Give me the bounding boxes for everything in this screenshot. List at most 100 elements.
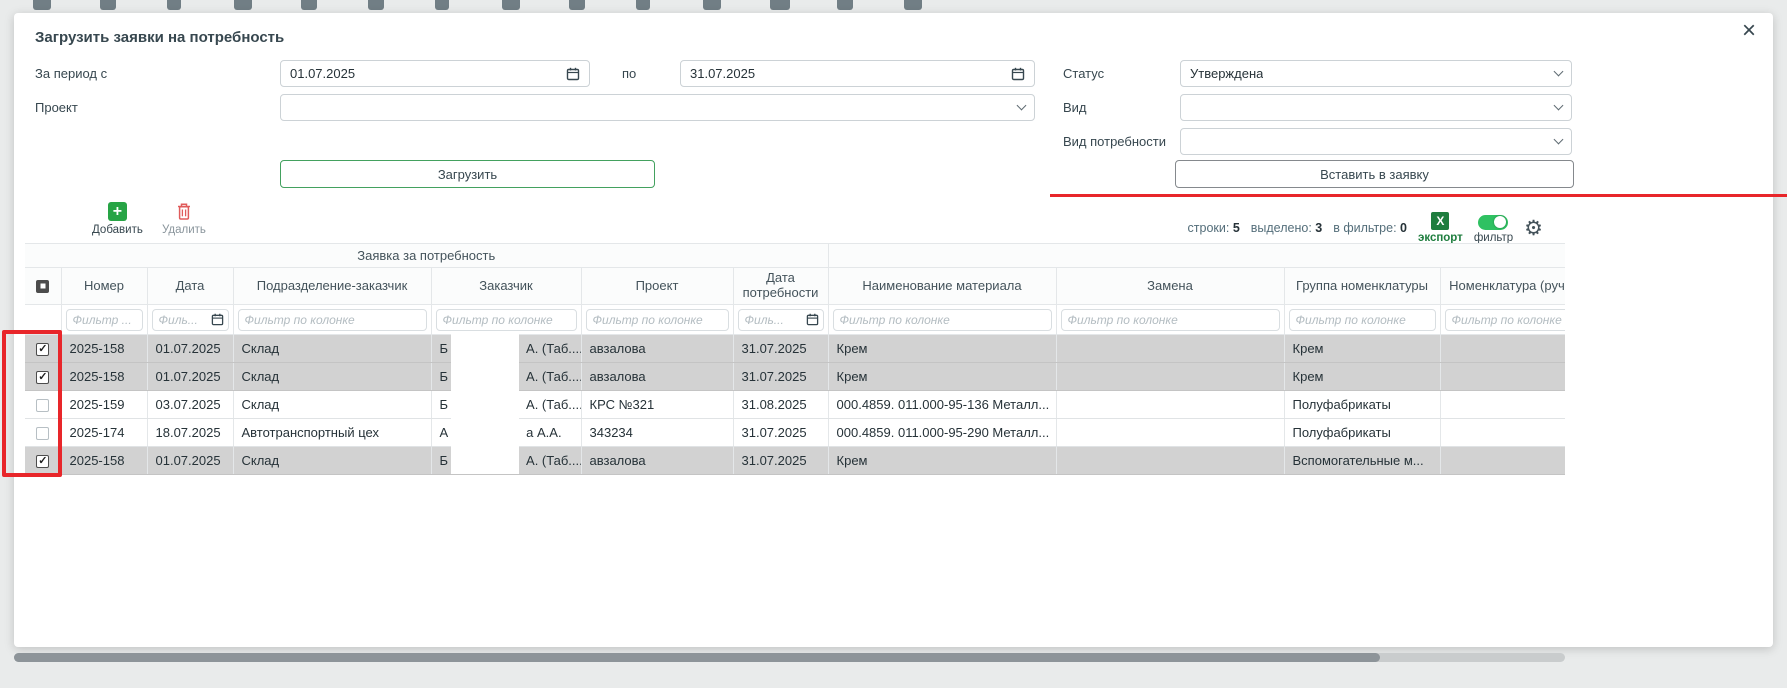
cell: Крем [1284, 335, 1440, 363]
delete-button[interactable]: Удалить [162, 202, 206, 236]
period-from-value: 01.07.2025 [290, 66, 355, 81]
filter-cell [581, 305, 733, 335]
rows-count-value: 5 [1233, 221, 1240, 235]
cell: Крем [828, 363, 1056, 391]
type-select[interactable] [1180, 94, 1572, 121]
status-select[interactable]: Утверждена [1180, 60, 1572, 87]
filter-cell [147, 305, 233, 335]
select-all-checkbox[interactable] [36, 280, 49, 293]
column-header-1[interactable]: Номер [61, 268, 147, 305]
column-header-7[interactable]: Наименование материала [828, 268, 1056, 305]
chevron-down-icon [1554, 67, 1564, 77]
column-header-10[interactable]: Номенклатура (руч ввод) [1440, 268, 1565, 305]
settings-gear-icon[interactable]: ⚙ [1524, 218, 1543, 239]
horizontal-scrollbar[interactable] [14, 653, 1565, 662]
cell: КРС №321 [581, 391, 733, 419]
filter-cell [828, 305, 1056, 335]
cell [1056, 391, 1284, 419]
cell: Автотранспортный цех [233, 419, 431, 447]
table-row[interactable]: 2025-15801.07.2025СкладБА. (Таб....авзал… [25, 363, 1565, 391]
cell: 31.07.2025 [733, 363, 828, 391]
filter-input-3[interactable] [238, 309, 427, 331]
filter-input-4[interactable] [436, 309, 577, 331]
status-label: Статус [1063, 60, 1104, 87]
group-header: Заявка за потребность [25, 244, 828, 268]
filter-cell [733, 305, 828, 335]
filter-input-5[interactable] [586, 309, 729, 331]
cell: Склад [233, 391, 431, 419]
close-icon[interactable]: × [1742, 19, 1756, 43]
filter-input-8[interactable] [1061, 309, 1280, 331]
redaction-overlay [451, 334, 519, 474]
cell: авзалова [581, 335, 733, 363]
cell: 000.4859. 011.000-95-136 Металл... [828, 391, 1056, 419]
cell: 2025-158 [61, 335, 147, 363]
toolbar-icon [435, 0, 449, 10]
chevron-down-icon [1554, 135, 1564, 145]
demand-type-label: Вид потребности [1063, 128, 1166, 155]
cell [1440, 391, 1565, 419]
column-header-4[interactable]: Заказчик [431, 268, 581, 305]
cell: Склад [233, 363, 431, 391]
period-to-value: 31.07.2025 [690, 66, 755, 81]
toolbar-icon [33, 0, 51, 10]
column-header-5[interactable]: Проект [581, 268, 733, 305]
filter-input-10[interactable] [1445, 309, 1565, 331]
filter-input-9[interactable] [1289, 309, 1436, 331]
insert-into-request-button[interactable]: Вставить в заявку [1175, 160, 1574, 188]
table-row[interactable]: 2025-15903.07.2025СкладБА. (Таб....КРС №… [25, 391, 1565, 419]
table-row[interactable]: 2025-15801.07.2025СкладБА. (Таб....авзал… [25, 335, 1565, 363]
filtered-count: в фильтре: 0 [1333, 221, 1407, 235]
cell: Вспомогательные м... [1284, 447, 1440, 475]
cell: 31.07.2025 [733, 335, 828, 363]
toolbar-icon [234, 0, 252, 10]
cell [1440, 447, 1565, 475]
filter-cell [431, 305, 581, 335]
filter-cell [233, 305, 431, 335]
filter-input-7[interactable] [833, 309, 1052, 331]
toggle-on-icon [1478, 215, 1508, 230]
toolbar-icon [703, 0, 721, 10]
period-from-input[interactable]: 01.07.2025 [280, 60, 590, 87]
cell: 01.07.2025 [147, 335, 233, 363]
toolbar-icon [569, 0, 585, 10]
cell: 2025-174 [61, 419, 147, 447]
cell: 343234 [581, 419, 733, 447]
chevron-down-icon [1017, 101, 1027, 111]
calendar-icon [211, 313, 224, 326]
toolbar-icon [301, 0, 317, 10]
group-header-empty [828, 244, 1565, 268]
column-header-3[interactable]: Подразделение-заказчик [233, 268, 431, 305]
cell: 18.07.2025 [147, 419, 233, 447]
filter-input-1[interactable] [66, 309, 143, 331]
filter-toggle[interactable]: фильтр [1474, 213, 1513, 244]
add-button[interactable]: + Добавить [92, 202, 143, 236]
export-button[interactable]: X экспорт [1418, 212, 1463, 244]
filter-cell [61, 305, 147, 335]
scrollbar-thumb[interactable] [14, 653, 1380, 662]
dialog-title: Загрузить заявки на потребность [35, 29, 284, 46]
project-label: Проект [35, 94, 78, 121]
cell: Крем [828, 335, 1056, 363]
load-button[interactable]: Загрузить [280, 160, 655, 188]
trash-icon [176, 202, 192, 221]
selected-count: выделено: 3 [1251, 221, 1322, 235]
column-header-6[interactable]: Дата потребности [733, 268, 828, 305]
cell: 03.07.2025 [147, 391, 233, 419]
cell [1056, 363, 1284, 391]
cell: 31.07.2025 [733, 447, 828, 475]
table-row[interactable]: 2025-15801.07.2025СкладБА. (Таб....авзал… [25, 447, 1565, 475]
add-button-label: Добавить [92, 224, 143, 236]
toolbar-icon [837, 0, 853, 10]
period-to-input[interactable]: 31.07.2025 [680, 60, 1035, 87]
table-row[interactable]: 2025-17418.07.2025Автотранспортный цехАа… [25, 419, 1565, 447]
column-header-9[interactable]: Группа номенклатуры [1284, 268, 1440, 305]
annotation-red-box [2, 330, 62, 477]
project-select[interactable] [280, 94, 1035, 121]
toolbar-icon [167, 0, 181, 10]
column-header-8[interactable]: Замена [1056, 268, 1284, 305]
column-header-2[interactable]: Дата [147, 268, 233, 305]
calendar-icon [1011, 67, 1025, 81]
toolbar-icon [368, 0, 384, 10]
demand-type-select[interactable] [1180, 128, 1572, 155]
